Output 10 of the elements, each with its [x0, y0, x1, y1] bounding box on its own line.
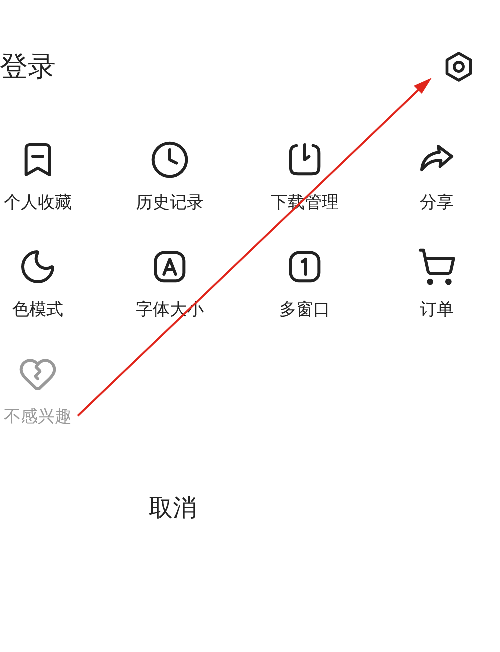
menu-item[interactable]: 多窗口: [255, 247, 355, 318]
menu-item[interactable]: 分享: [387, 140, 487, 211]
login-title[interactable]: 登录: [0, 53, 56, 81]
menu-item[interactable]: 历史记录: [120, 140, 220, 211]
menu-item[interactable]: 订单: [387, 247, 487, 318]
menu-item[interactable]: 色模式: [0, 247, 76, 318]
cart-icon: [417, 247, 457, 287]
cancel-button[interactable]: 取消: [141, 487, 205, 531]
menu-item[interactable]: 个人收藏: [0, 140, 76, 211]
clock-icon: [150, 140, 190, 180]
